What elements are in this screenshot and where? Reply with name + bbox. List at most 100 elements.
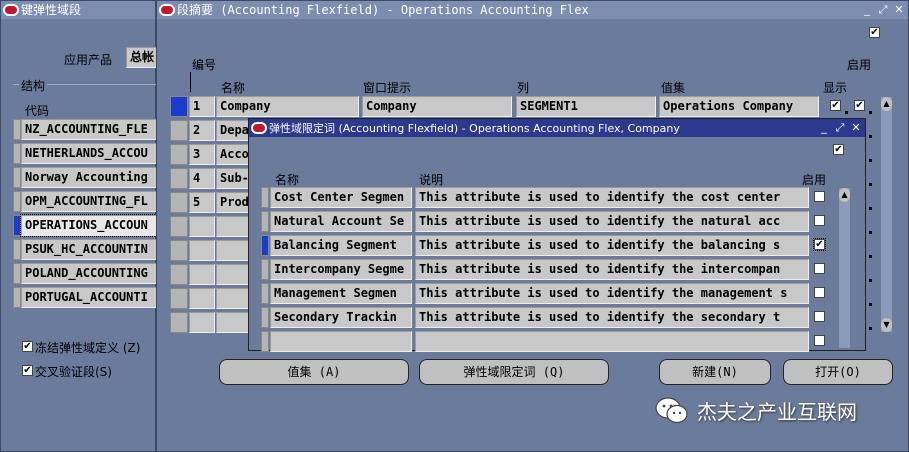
scroll-up-icon[interactable]: ▲ (881, 97, 892, 111)
enabled-checkbox[interactable] (814, 215, 825, 226)
qualifier-description[interactable]: This attribute is used to identify the s… (415, 307, 809, 328)
segment-number[interactable] (189, 264, 215, 285)
enabled-checkbox[interactable] (814, 335, 825, 346)
row-indicator[interactable] (170, 288, 188, 309)
row-indicator[interactable] (13, 119, 21, 140)
qualifier-description[interactable]: This attribute is used to identify the m… (415, 283, 809, 304)
app-label: 应用产品 (64, 53, 113, 67)
structure-row[interactable]: OPM_ACCOUNTING_FL (21, 191, 166, 212)
row-indicator[interactable] (170, 144, 188, 165)
row-indicator[interactable] (170, 264, 188, 285)
structure-row[interactable]: PSUK_HC_ACCOUNTIN (21, 239, 166, 260)
segment-number[interactable]: 1 (189, 96, 215, 117)
row-indicator[interactable] (13, 287, 21, 308)
row-indicator[interactable] (170, 312, 188, 333)
qualifiers-button[interactable]: 弹性域限定词 (Q) (419, 359, 609, 385)
enabled-checkbox[interactable]: ✔ (813, 238, 826, 251)
row-dot (869, 303, 872, 306)
segment-column[interactable]: SEGMENT1 (516, 96, 656, 117)
title-bar[interactable]: 弹性域限定词 (Accounting Flexfield) - Operatio… (249, 119, 865, 137)
scroll-up-icon[interactable]: ▲ (839, 188, 850, 202)
segment-number[interactable] (189, 216, 215, 237)
segment-number[interactable] (189, 240, 215, 261)
qualifier-name[interactable]: Balancing Segment (270, 235, 412, 256)
structure-row[interactable]: Norway Accounting (21, 167, 166, 188)
header-tick (190, 72, 191, 92)
qualifier-name[interactable]: Management Segmen (270, 283, 412, 304)
row-indicator[interactable] (261, 235, 269, 256)
open-button[interactable]: 打开(O) (783, 359, 893, 385)
enabled-checkbox[interactable] (814, 311, 825, 322)
close-icon[interactable]: ✕ (849, 121, 863, 135)
segment-window-prompt[interactable]: Company (362, 96, 512, 117)
structure-row[interactable]: OPERATIONS_ACCOUN (20, 214, 167, 237)
row-indicator[interactable] (13, 143, 21, 164)
qualifier-description[interactable]: This attribute is used to identify the c… (415, 187, 809, 208)
header-enabled: 启用 (802, 173, 827, 187)
segment-number[interactable]: 3 (189, 144, 215, 165)
row-indicator[interactable] (13, 167, 21, 188)
row-indicator[interactable] (170, 96, 188, 117)
cross-validate-checkbox[interactable]: ✔ (22, 365, 33, 376)
row-indicator[interactable] (170, 240, 188, 261)
segment-number[interactable]: 4 (189, 168, 215, 189)
new-button[interactable]: 新建(N) (659, 359, 771, 385)
qualifier-name[interactable]: Cost Center Segmen (270, 187, 412, 208)
row-indicator[interactable] (170, 192, 188, 213)
minimize-icon[interactable]: _ (817, 121, 831, 135)
window-checkbox[interactable]: ✔ (833, 144, 844, 155)
segment-number[interactable]: 2 (189, 120, 215, 141)
enabled-checkbox[interactable] (814, 263, 825, 274)
qualifier-description[interactable]: This attribute is used to identify the n… (415, 211, 809, 232)
segment-value-set[interactable]: Operations Company (659, 96, 819, 117)
value-set-button[interactable]: 值集 (A) (219, 359, 409, 385)
title-bar[interactable]: 键弹性域段 (1, 1, 155, 19)
row-indicator[interactable] (261, 187, 269, 208)
qualifier-name[interactable]: Intercompany Segme (270, 259, 412, 280)
header-value-set: 值集 (661, 81, 686, 95)
segment-number[interactable] (189, 312, 215, 333)
row-indicator[interactable] (261, 211, 269, 232)
row-indicator[interactable] (13, 191, 21, 212)
qualifier-name[interactable]: Secondary Trackin (270, 307, 412, 328)
row-indicator[interactable] (170, 216, 188, 237)
enabled-checkbox[interactable] (814, 287, 825, 298)
structure-row[interactable]: PORTUGAL_ACCOUNTI (21, 287, 166, 308)
qualifier-description[interactable] (415, 331, 809, 352)
vertical-scrollbar[interactable]: ▲ ▼ (880, 96, 893, 333)
scroll-down-icon[interactable]: ▼ (881, 318, 892, 332)
minimize-icon[interactable]: _ (860, 3, 874, 17)
row-indicator[interactable] (13, 215, 21, 236)
maximize-icon[interactable]: ⤢ (833, 121, 847, 135)
enabled-checkbox[interactable]: ✔ (854, 100, 865, 111)
qualifier-description[interactable]: This attribute is used to identify the i… (415, 259, 809, 280)
structure-row[interactable]: NETHERLANDS_ACCOU (21, 143, 166, 164)
header-name: 名称 (275, 173, 300, 187)
structure-row[interactable]: POLAND_ACCOUNTING (21, 263, 166, 284)
qualifier-description[interactable]: This attribute is used to identify the b… (415, 235, 809, 256)
row-dot (869, 231, 872, 234)
vertical-scrollbar[interactable]: ▲ (838, 187, 851, 349)
qualifier-name[interactable]: Natural Account Se (270, 211, 412, 232)
row-indicator[interactable] (261, 331, 269, 352)
close-icon[interactable]: ✕ (892, 3, 906, 17)
row-indicator[interactable] (261, 307, 269, 328)
qualifier-name[interactable] (270, 331, 412, 352)
window-checkbox[interactable]: ✔ (869, 27, 880, 38)
display-checkbox[interactable]: ✔ (830, 100, 841, 111)
segment-number[interactable] (189, 288, 215, 309)
row-indicator[interactable] (170, 168, 188, 189)
maximize-icon[interactable]: ⤢ (876, 3, 890, 17)
title-bar[interactable]: 段摘要 (Accounting Flexfield) - Operations … (157, 1, 908, 19)
row-indicator[interactable] (261, 283, 269, 304)
header-number: 编号 (192, 58, 217, 72)
row-indicator[interactable] (170, 120, 188, 141)
freeze-checkbox[interactable]: ✔ (22, 341, 33, 352)
row-indicator[interactable] (13, 239, 21, 260)
structure-row[interactable]: NZ_ACCOUNTING_FLE (21, 119, 166, 140)
enabled-checkbox[interactable] (814, 191, 825, 202)
segment-name[interactable]: Company (216, 96, 359, 117)
row-indicator[interactable] (13, 263, 21, 284)
row-indicator[interactable] (261, 259, 269, 280)
segment-number[interactable]: 5 (189, 192, 215, 213)
